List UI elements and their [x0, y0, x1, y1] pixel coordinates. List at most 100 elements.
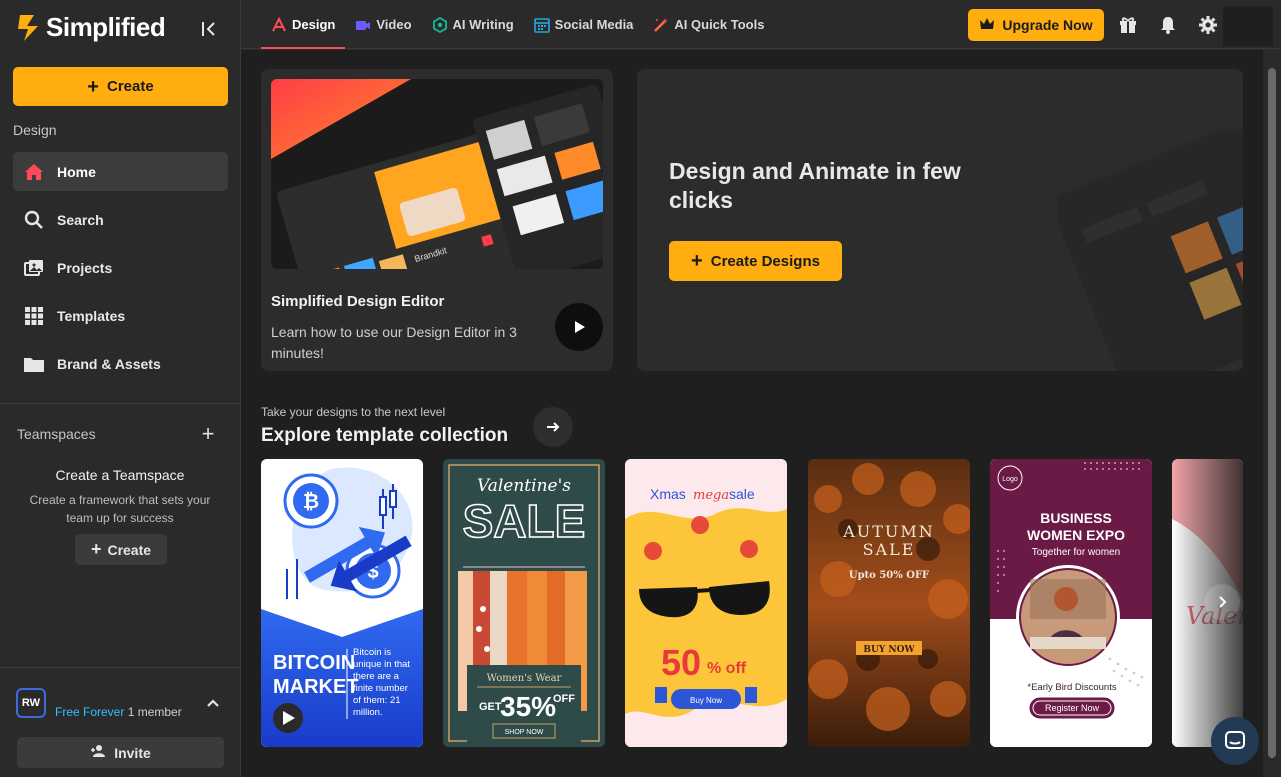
sidebar-section-label: Design — [13, 122, 57, 138]
svg-text:Upto 50% OFF: Upto 50% OFF — [849, 570, 929, 581]
tab-label: Social Media — [554, 17, 634, 32]
svg-text:Women's Wear: Women's Wear — [487, 673, 562, 684]
crown-icon — [979, 17, 995, 34]
sidebar-divider — [0, 667, 240, 668]
gift-icon[interactable] — [1117, 14, 1139, 36]
tab-ai-writing[interactable]: AI Writing — [422, 0, 524, 49]
notification-bell-icon[interactable] — [1157, 14, 1179, 36]
svg-text:50: 50 — [661, 642, 701, 683]
template-card-xmas-sale[interactable]: Xmas mega sale 50 % off Buy Now — [625, 459, 787, 747]
svg-text:BUY NOW: BUY NOW — [863, 645, 915, 655]
template-card-autumn-sale[interactable]: AUTUMN SALE Upto 50% OFF BUY NOW — [808, 459, 970, 747]
svg-text:Together for women: Together for women — [1032, 547, 1120, 558]
settings-gear-icon[interactable] — [1197, 14, 1219, 36]
template-title-2: MARKET — [273, 676, 359, 698]
add-user-icon — [90, 744, 106, 761]
tab-ai-quick-tools[interactable]: AI Quick Tools — [643, 0, 774, 49]
svg-text:Buy Now: Buy Now — [690, 696, 722, 705]
hero-card: Design and Animate in few clicks + Creat… — [637, 69, 1243, 371]
chevron-up-icon[interactable] — [206, 696, 220, 710]
template-title: BITCOIN — [273, 652, 355, 674]
svg-text:% off: % off — [707, 660, 747, 677]
plan-name: Free Forever — [55, 705, 125, 719]
scrollbar-thumb[interactable] — [1268, 68, 1276, 758]
logo-text: Simplified — [46, 12, 166, 42]
collapse-sidebar-icon[interactable] — [198, 18, 220, 40]
tab-social-media[interactable]: Social Media — [524, 0, 644, 49]
create-button[interactable]: + Create — [13, 67, 228, 106]
create-teamspace-button[interactable]: + Create — [75, 534, 167, 565]
main-content: Brandkit Simplified Design Editor Learn … — [241, 50, 1263, 777]
svg-text:Xmas: Xmas — [650, 486, 686, 502]
editor-card-description: Learn how to use our Design Editor in 3 … — [271, 324, 517, 361]
svg-text:35%: 35% — [500, 691, 556, 722]
explore-title: Explore template collection — [261, 425, 509, 446]
create-teamspace-label: Create — [107, 541, 152, 558]
sidebar-item-label: Templates — [57, 307, 126, 324]
explore-arrow-button[interactable] — [533, 407, 573, 447]
svg-text:Register Now: Register Now — [1045, 703, 1100, 713]
sidebar-nav: Home Search Projects Templates Brand & A… — [13, 152, 228, 392]
sidebar-item-templates[interactable]: Templates — [13, 296, 228, 335]
sidebar-item-brand-assets[interactable]: Brand & Assets — [13, 344, 228, 383]
svg-text:*Early Bird Discounts: *Early Bird Discounts — [1027, 682, 1116, 693]
invite-label: Invite — [114, 744, 151, 761]
template-card-business-expo[interactable]: Logo BUSINESS WOMEN EXPO Together for wo… — [990, 459, 1152, 747]
svg-text:mega: mega — [693, 488, 729, 503]
create-designs-label: Create Designs — [710, 252, 820, 270]
svg-text:Valentine's: Valentine's — [477, 476, 571, 496]
sidebar: Simplified + Create Design Home Search P… — [0, 0, 241, 777]
top-navigation: Design Video AI Writing Social Media AI … — [241, 0, 1281, 49]
add-teamspace-icon[interactable]: + — [199, 421, 217, 447]
home-icon — [23, 161, 45, 183]
chat-icon — [1225, 731, 1245, 749]
plus-icon: + — [87, 75, 99, 98]
workspace-switcher[interactable]: RW Free Forever 1 member — [16, 688, 231, 720]
teamspace-description: Create a framework that sets your team u… — [29, 493, 211, 525]
editor-card-title: Simplified Design Editor — [271, 293, 445, 310]
svg-text:Logo: Logo — [1002, 476, 1018, 483]
invite-button[interactable]: Invite — [17, 737, 224, 768]
create-designs-button[interactable]: + Create Designs — [669, 241, 842, 281]
tab-label: Video — [376, 17, 412, 32]
hero-illustration — [1057, 129, 1243, 371]
template-card-bitcoin[interactable]: ₿ $ BITCOIN MARKET Bitcoin is unique in t… — [261, 459, 423, 747]
template-carousel: ₿ $ BITCOIN MARKET Bitcoin is unique in t… — [261, 459, 1243, 747]
hero-title: Design and Animate in few clicks — [669, 158, 961, 213]
create-button-label: Create — [106, 78, 154, 95]
profile-avatar[interactable] — [1223, 6, 1273, 46]
tab-label: AI Writing — [452, 17, 514, 32]
carousel-next-button[interactable] — [1204, 584, 1240, 620]
svg-text:AUTUMN: AUTUMN — [842, 522, 935, 541]
page-scrollbar[interactable] — [1263, 50, 1281, 777]
chat-support-button[interactable] — [1211, 717, 1259, 765]
tab-video[interactable]: Video — [345, 0, 421, 49]
svg-text:sale: sale — [729, 486, 755, 502]
svg-text:WOMEN EXPO: WOMEN EXPO — [1027, 527, 1125, 543]
svg-text:₿: ₿ — [303, 491, 319, 513]
folder-icon — [23, 353, 45, 375]
template-card-valentines-sale[interactable]: Valentine's SALE Women's Wear GET 35% OF… — [443, 459, 605, 747]
design-editor-card[interactable]: Brandkit Simplified Design Editor Learn … — [261, 69, 613, 371]
templates-grid-icon — [23, 305, 45, 327]
sidebar-item-home[interactable]: Home — [13, 152, 228, 191]
tab-label: AI Quick Tools — [674, 17, 765, 32]
member-count: 1 member — [127, 705, 182, 719]
tab-label: Design — [292, 17, 336, 32]
editor-thumbnail: Brandkit — [271, 79, 603, 269]
sidebar-item-projects[interactable]: Projects — [13, 248, 228, 287]
upgrade-button[interactable]: Upgrade Now — [968, 9, 1104, 41]
upgrade-label: Upgrade Now — [1002, 17, 1093, 33]
play-icon — [575, 321, 585, 333]
sidebar-divider — [0, 403, 240, 404]
tab-design[interactable]: Design — [261, 0, 346, 49]
magic-wand-icon — [653, 17, 669, 33]
teamspace-title: Create a Teamspace — [55, 467, 185, 483]
video-icon — [355, 17, 371, 33]
play-video-button[interactable] — [555, 303, 603, 351]
explore-subtitle: Take your designs to the next level — [261, 405, 446, 419]
sidebar-item-search[interactable]: Search — [13, 200, 228, 239]
chevron-right-icon — [1219, 596, 1227, 608]
projects-icon — [23, 257, 45, 279]
logo[interactable]: Simplified — [16, 12, 166, 43]
